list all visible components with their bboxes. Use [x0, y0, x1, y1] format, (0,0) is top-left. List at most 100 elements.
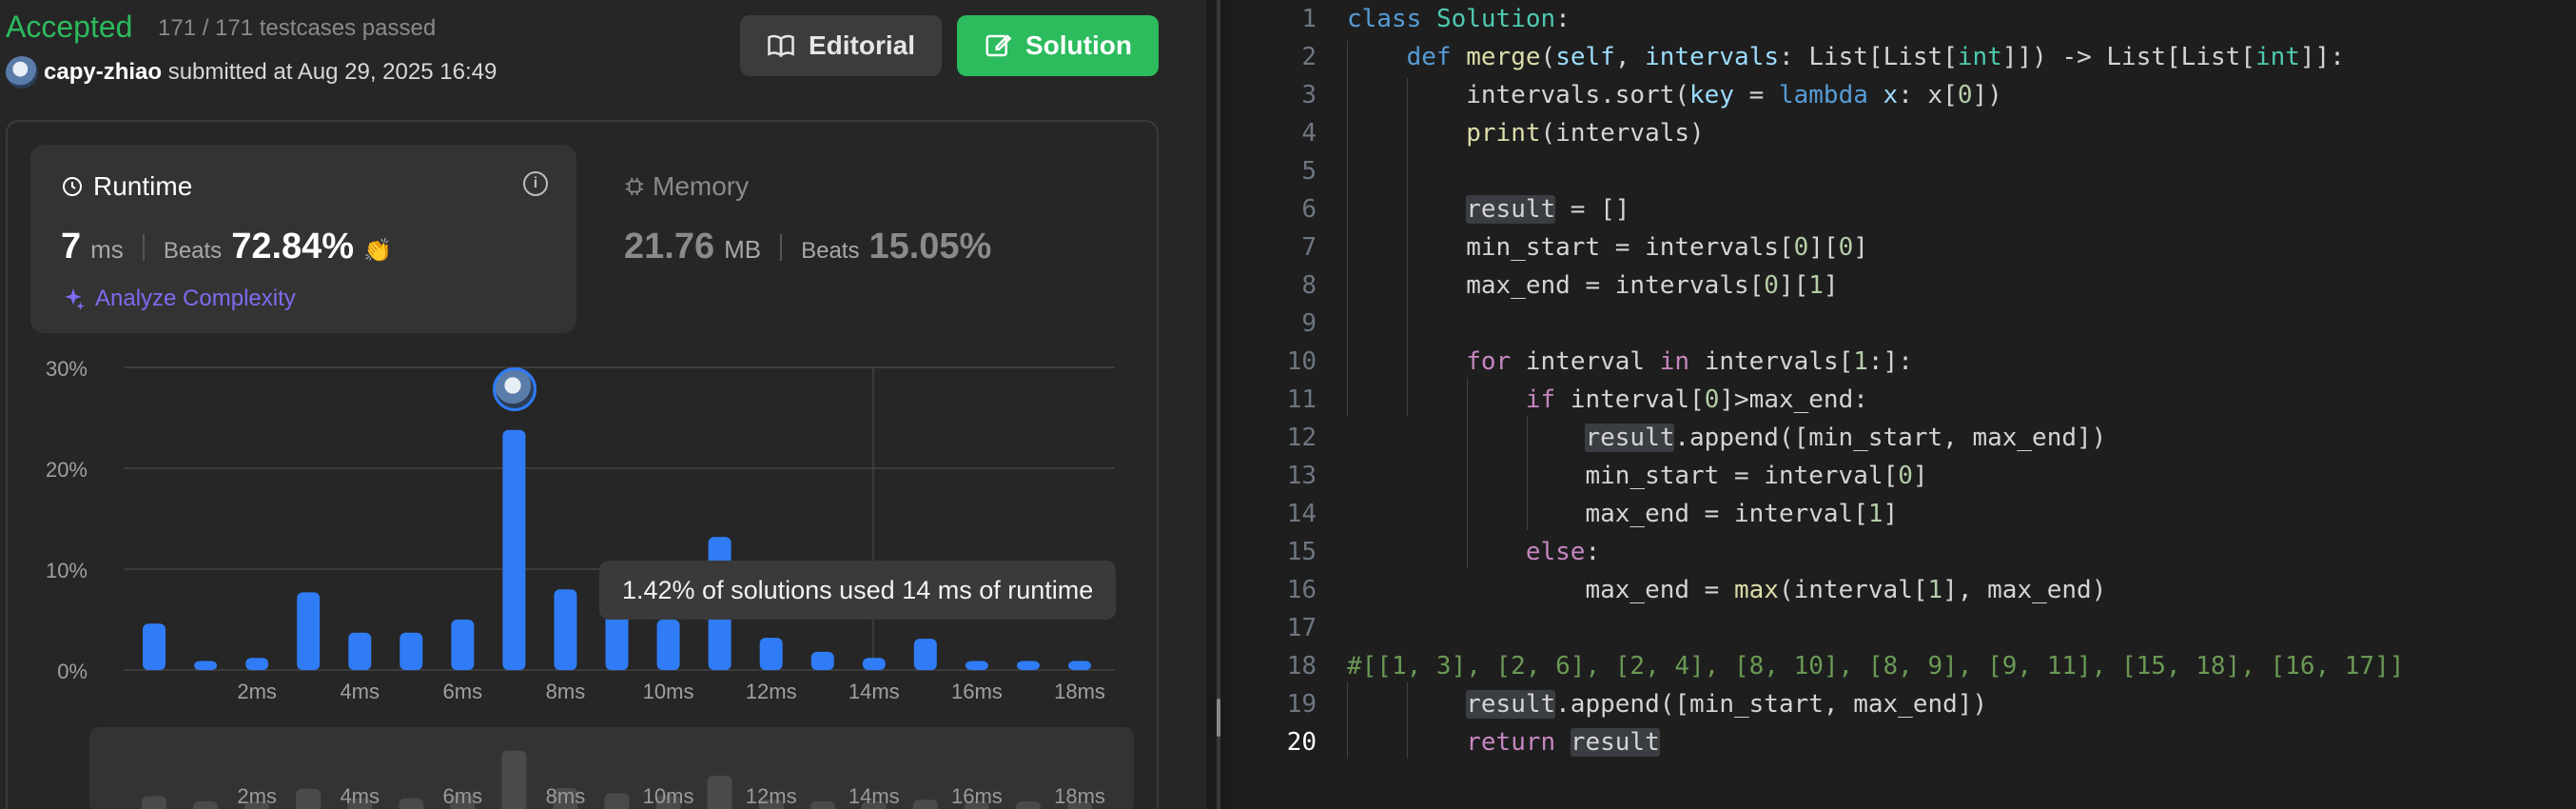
code-line[interactable]: def merge(self, intervals: List[List[int…: [1347, 38, 2345, 76]
code-line[interactable]: for interval in intervals[1:]:: [1347, 343, 1913, 381]
panel-resize-handle[interactable]: [1206, 0, 1231, 809]
x-tick-label: 4ms: [340, 680, 380, 703]
x-tick-label: 18ms: [1054, 680, 1105, 703]
edit-icon: [986, 34, 1012, 57]
code-line[interactable]: class Solution:: [1347, 0, 1571, 38]
code-line[interactable]: result.append([min_start, max_end]): [1347, 685, 1987, 723]
overview-bar: [193, 801, 219, 809]
overview-bar: [810, 801, 835, 809]
line-number: 4: [1301, 119, 1317, 148]
chart-bar[interactable]: [245, 658, 269, 670]
code-line[interactable]: result = []: [1347, 190, 1630, 228]
avatar[interactable]: [6, 56, 38, 89]
info-icon[interactable]: i: [523, 171, 548, 196]
chart-bar[interactable]: [759, 638, 783, 670]
chart-bar[interactable]: [554, 589, 577, 670]
line-number: 2: [1301, 43, 1317, 71]
code-line[interactable]: print(intervals): [1347, 114, 1704, 152]
chart-bar[interactable]: [297, 592, 321, 670]
book-icon: [768, 34, 794, 58]
code-line[interactable]: #[[1, 3], [2, 6], [2, 4], [8, 10], [8, 9…: [1347, 647, 2404, 685]
line-number: 8: [1301, 271, 1317, 300]
overview-bar: [501, 750, 527, 809]
memory-title[interactable]: Memory: [624, 171, 749, 202]
code-line[interactable]: intervals.sort(key = lambda x: x[0]): [1347, 76, 2002, 114]
y-tick-label: 20%: [46, 458, 88, 482]
testcases-summary: 171 / 171 testcases passed: [158, 15, 437, 41]
submitted-time: submitted at Aug 29, 2025 16:49: [167, 59, 498, 85]
code-line[interactable]: result.append([min_start, max_end]): [1347, 419, 2106, 457]
line-number: 6: [1301, 195, 1317, 224]
overview-tick-label: 6ms: [443, 784, 483, 808]
line-number: 7: [1301, 233, 1317, 262]
y-tick-label: 10%: [46, 559, 88, 582]
chip-icon: [625, 177, 644, 196]
editorial-button[interactable]: Editorial: [740, 15, 942, 76]
line-number: 3: [1301, 81, 1317, 109]
chart-bar[interactable]: [451, 620, 475, 670]
overview-bar: [912, 799, 938, 809]
line-number: 16: [1286, 576, 1317, 604]
line-number: 13: [1286, 462, 1317, 490]
code-line[interactable]: max_end = max(interval[1], max_end): [1347, 571, 2106, 609]
code-line[interactable]: else:: [1347, 533, 1600, 571]
line-number: 5: [1301, 157, 1317, 186]
solution-button[interactable]: Solution: [957, 15, 1159, 76]
grip-handle[interactable]: [1217, 699, 1220, 737]
x-tick-label: 6ms: [443, 680, 483, 703]
chart-bar[interactable]: [194, 661, 218, 670]
code-line[interactable]: min_start = interval[0]: [1347, 457, 1927, 495]
line-number: 12: [1286, 424, 1317, 452]
chart-bar[interactable]: [605, 611, 629, 670]
x-tick-label: 8ms: [546, 680, 586, 703]
overview-tick-label: 18ms: [1054, 784, 1105, 808]
chart-bar[interactable]: [862, 658, 886, 670]
chart-bar[interactable]: [656, 620, 680, 670]
code-line[interactable]: max_end = intervals[0][1]: [1347, 266, 1838, 305]
chart-bar[interactable]: [965, 661, 988, 670]
username-link[interactable]: capy-zhiao: [44, 59, 162, 85]
x-tick-label: 16ms: [951, 680, 1003, 703]
status-label: Accepted: [6, 10, 133, 44]
overview-bar: [399, 798, 424, 809]
y-tick-label: 0%: [57, 660, 88, 683]
overview-bar: [296, 788, 322, 809]
code-line[interactable]: if interval[0]>max_end:: [1347, 381, 1868, 419]
solution-label: Solution: [1025, 30, 1132, 60]
line-number: 1: [1301, 5, 1317, 33]
code-editor[interactable]: 1 2 3 4 5 6 7 8 9 10 11 12 13 14 15 16 17 18 19 20 class So…: [1231, 0, 2576, 809]
overview-tick-label: 10ms: [643, 784, 694, 808]
overview-tick-label: 12ms: [746, 784, 797, 808]
clock-icon: [63, 177, 82, 196]
overview-tick-label: 14ms: [849, 784, 900, 808]
line-number: 14: [1286, 500, 1317, 528]
chart-bar[interactable]: [400, 632, 423, 670]
chart-bar[interactable]: [1016, 661, 1040, 670]
submitter-line: capy-zhiao submitted at Aug 29, 2025 16:…: [44, 59, 497, 86]
code-line[interactable]: max_end = interval[1]: [1347, 495, 1898, 533]
chart-bar[interactable]: [143, 623, 166, 670]
chart-bar[interactable]: [348, 632, 372, 670]
chart-bar[interactable]: [502, 429, 526, 670]
x-tick-label: 14ms: [849, 680, 900, 703]
chart-bar[interactable]: [1068, 661, 1091, 670]
code-line[interactable]: min_start = intervals[0][0]: [1347, 228, 1868, 266]
overview-bar: [1015, 801, 1041, 809]
editorial-label: Editorial: [808, 30, 915, 60]
y-tick-label: 30%: [46, 357, 88, 381]
x-tick-label: 2ms: [237, 680, 277, 703]
runtime-distribution-chart[interactable]: 0% 10% 20% 30% 2ms 4ms 6ms 8ms 10ms 12ms 14ms 16ms 1…: [0, 225, 1206, 809]
my-submission-marker[interactable]: [493, 367, 537, 411]
runtime-title-label: Runtime: [93, 171, 193, 201]
code-line[interactable]: return result: [1347, 723, 1660, 761]
chart-bar[interactable]: [913, 639, 937, 670]
app-root: Accepted 171 / 171 testcases passed capy…: [0, 0, 2576, 809]
line-number: 15: [1286, 538, 1317, 566]
chart-bar[interactable]: [810, 651, 834, 670]
overview-bar: [707, 776, 732, 809]
line-number: 20: [1286, 728, 1317, 757]
line-number: 18: [1286, 652, 1317, 681]
line-number: 10: [1286, 347, 1317, 376]
runtime-title: Runtime: [61, 171, 192, 202]
overview-bar: [604, 793, 630, 809]
